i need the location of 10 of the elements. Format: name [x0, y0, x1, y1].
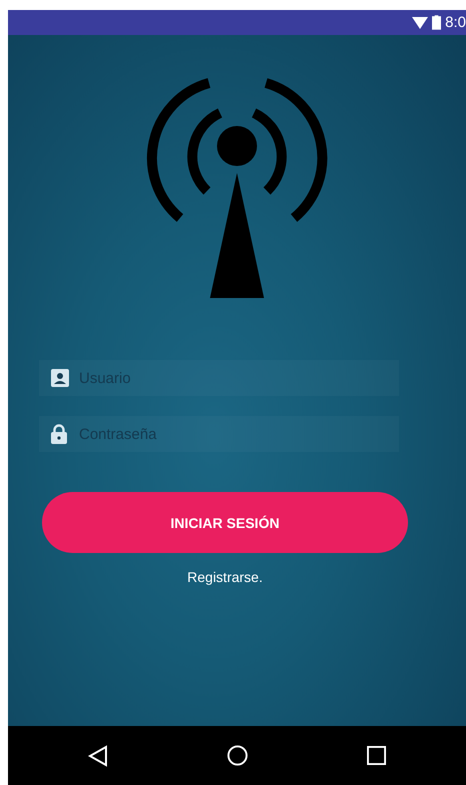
- contact-card-icon: [51, 369, 69, 387]
- recent-apps-icon[interactable]: [367, 746, 386, 765]
- login-button[interactable]: INICIAR SESIÓN: [42, 492, 408, 553]
- wifi-icon: [412, 16, 428, 28]
- register-link[interactable]: Registrarse.: [187, 569, 263, 585]
- battery-icon: [432, 15, 442, 30]
- back-icon[interactable]: [88, 744, 108, 766]
- home-icon[interactable]: [226, 745, 248, 766]
- lock-icon: [51, 424, 67, 444]
- clock-time: 8:0: [445, 14, 466, 31]
